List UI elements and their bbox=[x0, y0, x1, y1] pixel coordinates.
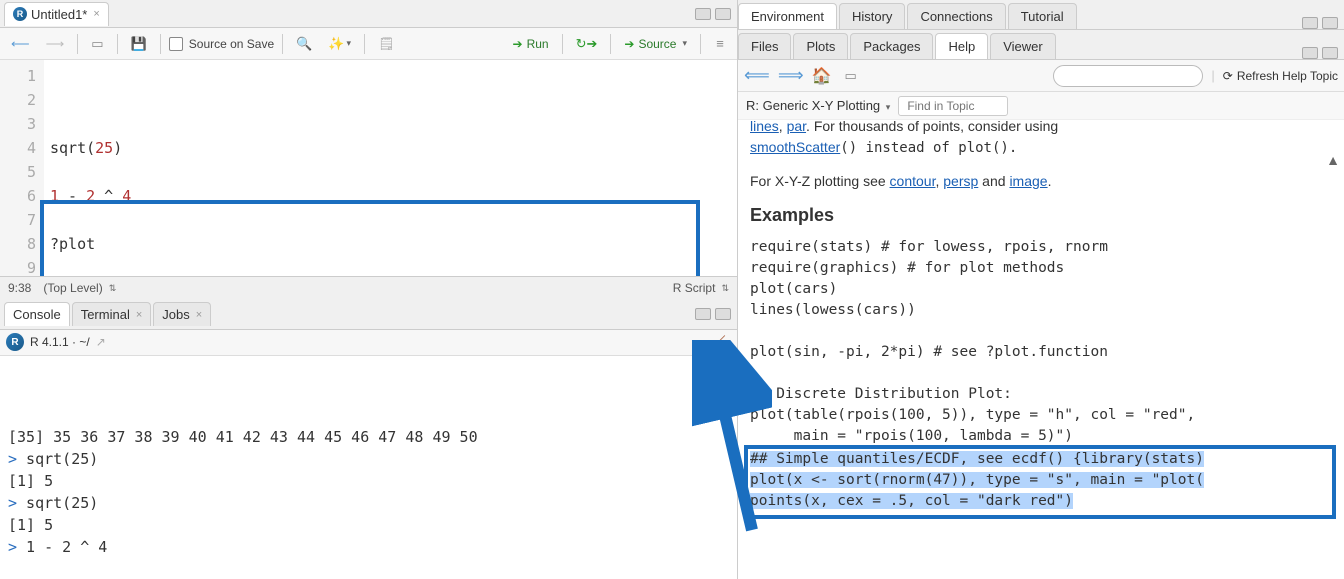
tab-plots[interactable]: Plots bbox=[793, 33, 848, 59]
minimize-console-button[interactable] bbox=[695, 308, 711, 320]
scroll-up-icon[interactable]: ▲ bbox=[1326, 150, 1340, 171]
link-persp[interactable]: persp bbox=[943, 173, 978, 189]
help-title: R: Generic X-Y Plotting ▾ bbox=[746, 98, 890, 113]
wand-button[interactable]: ✨ ▾ bbox=[323, 33, 356, 55]
r-version-label: R 4.1.1 · ~/ bbox=[30, 335, 90, 349]
code-editor[interactable]: 123456789 sqrt(25) 1 - 2 ^ 4 ?plot ## Si… bbox=[0, 60, 737, 276]
source-tab-title: Untitled1* bbox=[31, 7, 87, 22]
help-back-button[interactable]: ⟸ bbox=[744, 65, 770, 86]
files-tabbar: FilesPlotsPackagesHelpViewer bbox=[738, 30, 1344, 60]
tab-environment[interactable]: Environment bbox=[738, 3, 837, 29]
link-contour[interactable]: contour bbox=[890, 173, 936, 189]
show-in-new-window-button[interactable]: ▭ bbox=[86, 33, 108, 55]
help-forward-button[interactable]: ⟹ bbox=[778, 65, 804, 86]
link-par[interactable]: par bbox=[787, 120, 806, 134]
forward-button[interactable]: ⟶ bbox=[41, 33, 70, 55]
tab-connections[interactable]: Connections bbox=[907, 3, 1005, 29]
maximize-env-button[interactable] bbox=[1322, 17, 1338, 29]
tab-history[interactable]: History bbox=[839, 3, 905, 29]
save-button[interactable]: 💾 bbox=[126, 33, 152, 55]
r-file-icon: R bbox=[13, 7, 27, 21]
refresh-icon: ⟳ bbox=[1223, 69, 1233, 83]
console-popout-icon[interactable]: ↗ bbox=[96, 335, 106, 349]
tab-help[interactable]: Help bbox=[935, 33, 988, 59]
scroll-up-icon[interactable]: ▲ bbox=[722, 366, 731, 388]
chevron-down-icon[interactable]: ▾ bbox=[886, 102, 891, 112]
find-button[interactable]: 🔍 bbox=[291, 33, 317, 55]
cursor-position: 9:38 bbox=[8, 281, 31, 295]
examples-code[interactable]: require(stats) # for lowess, rpois, rnor… bbox=[750, 237, 1332, 447]
help-topic-header: R: Generic X-Y Plotting ▾ bbox=[738, 92, 1344, 120]
console-tabbar: Console Terminal× Jobs× bbox=[0, 300, 737, 330]
tab-tutorial[interactable]: Tutorial bbox=[1008, 3, 1077, 29]
clear-console-button[interactable]: 🧹 bbox=[706, 331, 731, 353]
source-tab-untitled[interactable]: R Untitled1* × bbox=[4, 2, 109, 26]
tab-viewer[interactable]: Viewer bbox=[990, 33, 1056, 59]
source-on-save-label: Source on Save bbox=[189, 37, 274, 51]
environment-tabbar: EnvironmentHistoryConnectionsTutorial bbox=[738, 0, 1344, 30]
refresh-help-button[interactable]: ⟳ Refresh Help Topic bbox=[1223, 69, 1338, 83]
close-icon[interactable]: × bbox=[93, 8, 99, 20]
maximize-console-button[interactable] bbox=[715, 308, 731, 320]
rerun-button[interactable]: ↻➔ bbox=[571, 33, 603, 55]
terminal-tab[interactable]: Terminal× bbox=[72, 302, 152, 326]
source-on-save-checkbox[interactable] bbox=[169, 37, 183, 51]
minimize-pane-button[interactable] bbox=[695, 8, 711, 20]
annotation-box-help bbox=[744, 445, 1336, 519]
help-toolbar: ⟸ ⟹ 🏠 ▭ 🔍 | ⟳ Refresh Help Topic bbox=[738, 60, 1344, 92]
minimize-help-button[interactable] bbox=[1302, 47, 1318, 59]
examples-heading: Examples bbox=[750, 202, 1332, 229]
console-output[interactable]: ▲ [35] 35 36 37 38 39 40 41 42 43 44 45 … bbox=[0, 356, 737, 579]
console-tab[interactable]: Console bbox=[4, 302, 70, 326]
scope-dropdown[interactable]: (Top Level)⇅ bbox=[43, 281, 116, 295]
link-smoothscatter[interactable]: smoothScatter bbox=[750, 139, 840, 155]
console-header: R R 4.1.1 · ~/ ↗ 🧹 bbox=[0, 330, 737, 356]
source-statusbar: 9:38 (Top Level)⇅ R Script⇅ bbox=[0, 276, 737, 300]
source-tabbar: R Untitled1* × bbox=[0, 0, 737, 28]
file-type-dropdown[interactable]: R Script⇅ bbox=[673, 281, 729, 295]
outline-button[interactable]: ≡ bbox=[709, 33, 731, 55]
find-in-topic-input[interactable] bbox=[898, 96, 1008, 116]
help-content[interactable]: ▲ lines, par. For thousands of points, c… bbox=[738, 120, 1344, 579]
jobs-tab[interactable]: Jobs× bbox=[153, 302, 211, 326]
maximize-help-button[interactable] bbox=[1322, 47, 1338, 59]
maximize-pane-button[interactable] bbox=[715, 8, 731, 20]
tab-packages[interactable]: Packages bbox=[850, 33, 933, 59]
minimize-env-button[interactable] bbox=[1302, 17, 1318, 29]
source-button[interactable]: ➔Source▾ bbox=[619, 33, 692, 55]
home-icon[interactable]: 🏠 bbox=[812, 66, 832, 86]
r-logo-icon: R bbox=[6, 333, 24, 351]
link-image[interactable]: image bbox=[1009, 173, 1047, 189]
notebook-button[interactable]: 🗒 bbox=[373, 33, 400, 55]
back-button[interactable]: ⟵ bbox=[6, 33, 35, 55]
help-search-input[interactable] bbox=[1053, 65, 1203, 87]
link-lines[interactable]: lines bbox=[750, 120, 779, 134]
source-toolbar: ⟵ ⟶ ▭ 💾 Source on Save 🔍 ✨ ▾ 🗒 ➔Run ↻➔ ➔… bbox=[0, 28, 737, 60]
run-button[interactable]: ➔Run bbox=[508, 33, 554, 55]
help-popout-button[interactable]: ▭ bbox=[840, 65, 862, 87]
tab-files[interactable]: Files bbox=[738, 33, 791, 59]
